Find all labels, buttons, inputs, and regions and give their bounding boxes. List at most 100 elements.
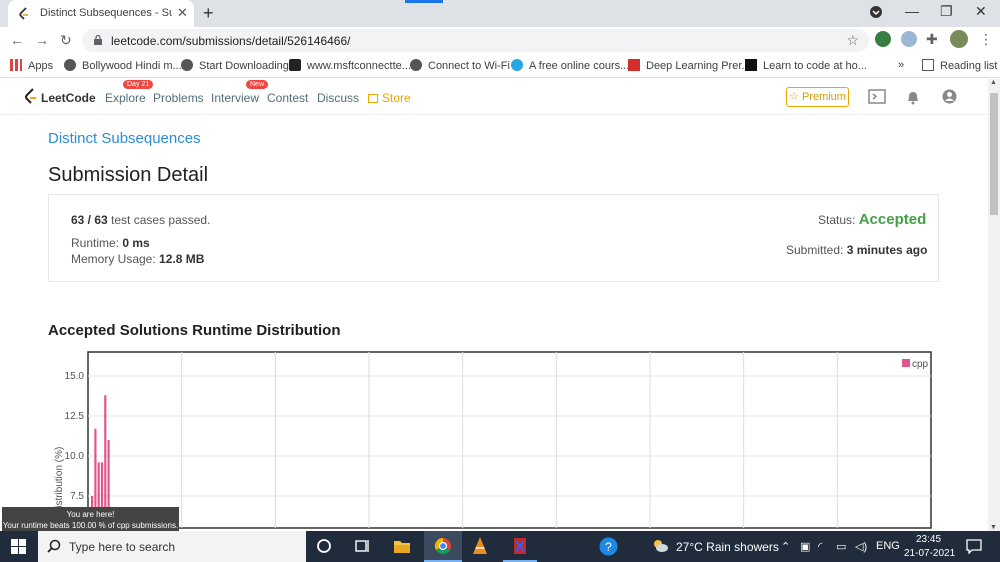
chrome-taskbar-button[interactable] — [424, 531, 462, 562]
tray-overflow-icon[interactable]: ⌃ — [781, 540, 790, 553]
scroll-up-icon[interactable]: ▲ — [990, 79, 997, 86]
bookmark-label: www.msftconnectte... — [307, 60, 411, 72]
scrollbar-thumb[interactable] — [990, 93, 998, 215]
vlc-icon[interactable] — [471, 536, 489, 561]
search-icon — [47, 539, 61, 558]
app-taskbar-button[interactable] — [503, 531, 537, 562]
chart-y-ticks: 15.0 12.5 10.0 7.5 — [65, 371, 85, 502]
profile-avatar[interactable] — [950, 30, 968, 48]
taskbar-search-box[interactable]: Type here to search — [38, 531, 306, 562]
weather-icon — [651, 538, 669, 559]
forward-icon[interactable]: → — [35, 32, 49, 48]
problem-link[interactable]: Distinct Subsequences — [48, 130, 201, 147]
restore-icon[interactable]: ❐ — [940, 3, 953, 20]
extension-globe-icon[interactable] — [875, 31, 891, 47]
reading-list[interactable]: Reading list — [922, 59, 997, 72]
browser-tab-strip: Distinct Subsequences - Submiss ✕ + — ❐ … — [0, 0, 1000, 27]
submitted-value: 3 minutes ago — [846, 243, 928, 257]
bookmark-label: Connect to Wi-Fi — [428, 60, 510, 72]
notification-center-icon[interactable] — [966, 539, 982, 559]
notification-bell-icon[interactable] — [906, 89, 920, 110]
nav-contest[interactable]: Contest — [267, 91, 308, 105]
distribution-title: Accepted Solutions Runtime Distribution — [48, 322, 341, 339]
playground-icon[interactable] — [868, 89, 886, 109]
legend-label: cpp — [912, 359, 929, 370]
chart-y-label: Distribution (%) — [54, 447, 65, 515]
tab-title: Distinct Subsequences - Submiss — [40, 7, 172, 19]
back-icon[interactable]: ← — [10, 32, 24, 48]
status-row: Status: Accepted — [818, 211, 926, 228]
clock-time[interactable]: 23:45 — [916, 534, 941, 545]
premium-button[interactable]: ☆ Premium — [786, 87, 849, 107]
tab-accent — [405, 0, 443, 3]
address-bar[interactable]: leetcode.com/submissions/detail/52614646… — [82, 29, 869, 52]
battery-icon[interactable]: ▭ — [836, 540, 846, 553]
bookmark-item[interactable]: A free online cours... — [511, 59, 629, 72]
bookmarks-overflow-icon[interactable]: » — [898, 59, 904, 71]
file-explorer-icon[interactable] — [393, 537, 411, 560]
lock-icon — [94, 35, 102, 45]
svg-text:?: ? — [605, 540, 612, 554]
windows-start-icon[interactable] — [11, 539, 26, 559]
tooltip-title: You are here! — [66, 510, 115, 519]
help-icon[interactable]: ? — [599, 537, 618, 561]
bookmark-item[interactable]: Deep Learning Prer... — [628, 59, 751, 72]
memory-value: 12.8 MB — [159, 252, 205, 266]
app-icon — [514, 538, 526, 554]
bookmark-item[interactable]: www.msftconnectte... — [289, 59, 411, 72]
browser-tab[interactable]: Distinct Subsequences - Submiss ✕ — [8, 0, 194, 27]
windows-taskbar: Type here to search ? 27°C Rain showers … — [0, 531, 1000, 562]
site-header: LeetCode Explore Day 21 Problems Intervi… — [0, 79, 988, 115]
task-view-icon[interactable] — [355, 538, 371, 559]
browser-menu-icon[interactable]: ⋮ — [979, 31, 993, 48]
minimize-icon[interactable]: — — [905, 3, 919, 19]
bookmark-item[interactable]: Start Downloading — [181, 59, 289, 72]
scroll-down-icon[interactable]: ▼ — [990, 524, 997, 531]
runtime-distribution-chart[interactable]: 15.0 12.5 10.0 7.5 Distribution (%) cpp — [48, 350, 933, 530]
leetcode-logo[interactable]: LeetCode — [24, 88, 96, 110]
user-account-icon[interactable] — [942, 89, 957, 109]
nav-explore[interactable]: Explore — [105, 91, 146, 105]
store-icon — [368, 94, 378, 103]
language-indicator[interactable]: ENG — [876, 540, 900, 552]
memory-label: Memory Usage: — [71, 252, 156, 266]
nav-store[interactable]: Store — [368, 91, 411, 105]
url-text: leetcode.com/submissions/detail/52614646… — [111, 34, 351, 48]
test-cases-suffix: test cases passed. — [111, 213, 211, 227]
wifi-icon[interactable]: ◜ — [818, 540, 822, 553]
submitted-label: Submitted: — [786, 243, 844, 257]
bookmark-item[interactable]: Learn to code at ho... — [745, 59, 867, 72]
runtime-value: 0 ms — [122, 236, 150, 250]
new-tab-icon[interactable]: + — [203, 3, 214, 24]
page-scrollbar[interactable]: ▲ ▼ — [988, 79, 1000, 531]
status-value: Accepted — [858, 211, 927, 228]
clock-date[interactable]: 21-07-2021 — [904, 548, 955, 559]
leetcode-favicon-icon — [19, 7, 28, 20]
reload-icon[interactable]: ↻ — [60, 32, 72, 49]
address-bar-row: ← → ↻ leetcode.com/submissions/detail/52… — [0, 27, 1000, 54]
nav-interview[interactable]: Interview — [211, 91, 259, 105]
runtime-label: Runtime: — [71, 236, 120, 250]
volume-icon[interactable]: ◁) — [855, 540, 867, 553]
bookmark-item[interactable]: Bollywood Hindi m... — [64, 59, 182, 72]
extensions-puzzle-icon[interactable]: ✚ — [926, 31, 938, 48]
weather-text[interactable]: 27°C Rain showers — [676, 540, 779, 554]
cortana-icon[interactable] — [316, 538, 332, 559]
submitted-row: Submitted: 3 minutes ago — [786, 243, 927, 257]
bookmark-item[interactable]: Connect to Wi-Fi — [410, 59, 510, 72]
bookmarks-bar: Apps Bollywood Hindi m... Start Download… — [0, 54, 1000, 78]
tray-app-icon[interactable]: ▣ — [800, 540, 810, 553]
globe-icon — [181, 59, 193, 71]
interview-badge: New — [246, 80, 269, 89]
submission-summary-panel: 63 / 63 test cases passed. Runtime: 0 ms… — [48, 194, 939, 282]
bookmark-label: Start Downloading — [199, 60, 289, 72]
tab-search-icon[interactable] — [869, 5, 883, 22]
bookmark-apps[interactable]: Apps — [10, 59, 53, 72]
nav-problems[interactable]: Problems — [153, 91, 204, 105]
bookmark-star-icon[interactable]: ☆ — [846, 32, 859, 49]
tab-close-icon[interactable]: ✕ — [177, 5, 188, 21]
nav-discuss[interactable]: Discuss — [317, 91, 359, 105]
close-window-icon[interactable]: ✕ — [975, 3, 987, 20]
extension-shield-icon[interactable] — [901, 31, 917, 47]
bookmark-label: Apps — [28, 60, 54, 72]
